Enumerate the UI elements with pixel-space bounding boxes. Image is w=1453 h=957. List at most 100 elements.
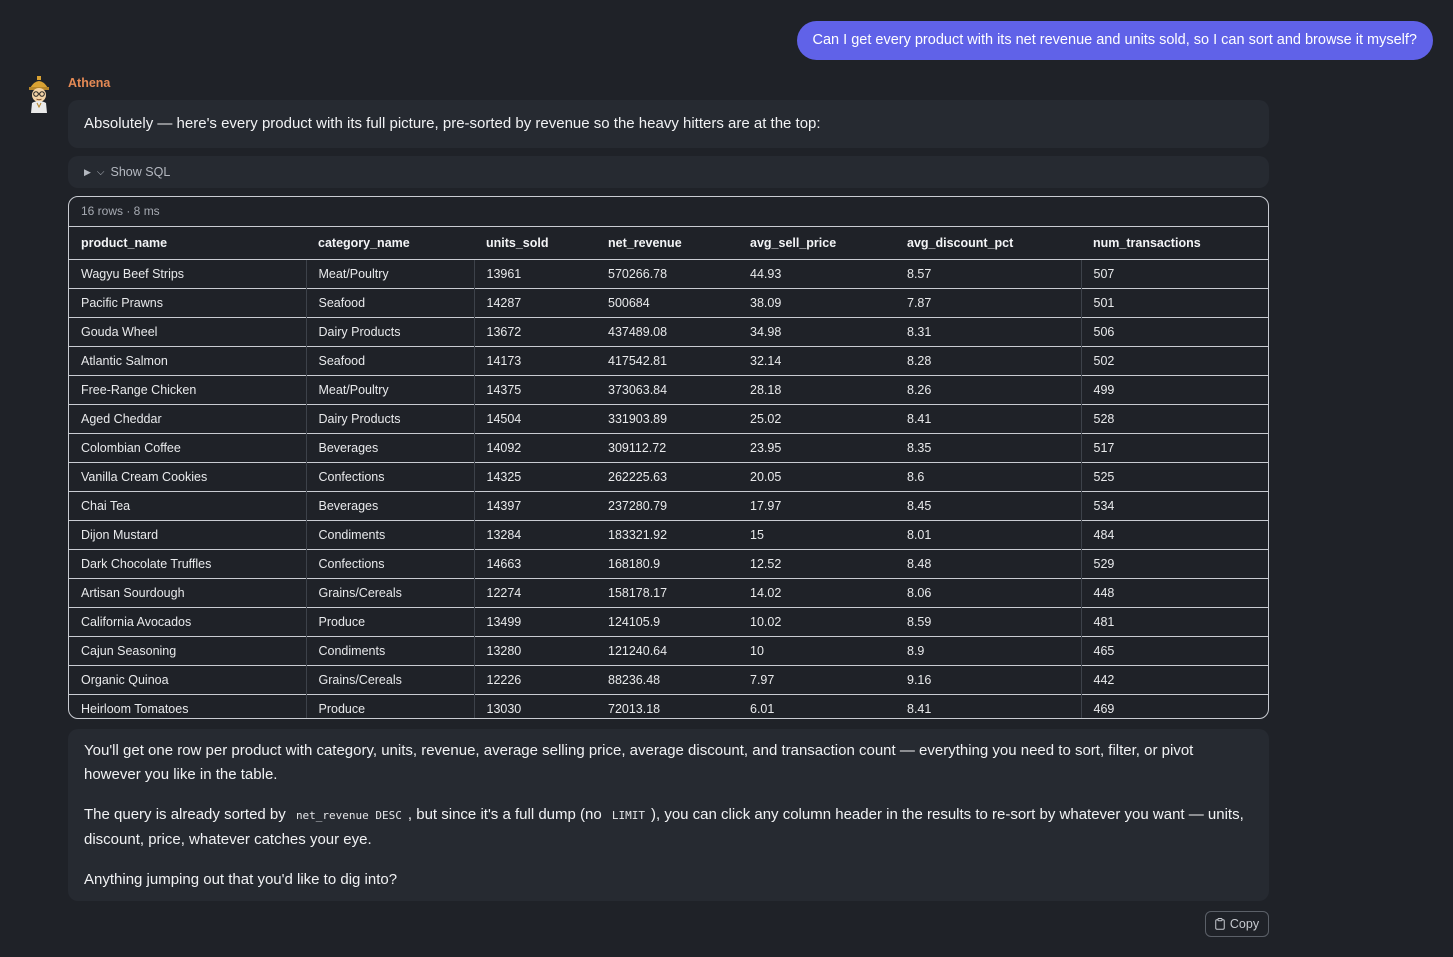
table-cell-net-revenue: 262225.63 [596, 462, 738, 492]
table-cell-units-sold: 12226 [473, 665, 596, 695]
show-sql-toggle[interactable]: ▶ ⌵ Show SQL [68, 156, 1269, 188]
column-header[interactable]: avg_discount_pct [895, 227, 1081, 260]
column-header[interactable]: units_sold [474, 227, 596, 260]
outro-text: The query is already sorted by [84, 806, 290, 823]
table-cell-avg-sell-price: 28.18 [738, 375, 895, 405]
table-cell-avg-discount-pct: 8.6 [895, 462, 1081, 492]
table-header-row: product_name category_name units_sold ne… [69, 227, 1268, 260]
table-cell-net-revenue: 500684 [596, 288, 738, 318]
table-cell-avg-discount-pct: 8.28 [895, 346, 1081, 376]
outro-text: , but since it's a full dump (no [407, 806, 606, 823]
table-cell-avg-discount-pct: 8.41 [895, 694, 1081, 718]
results-meta: 16 rows · 8 ms [69, 197, 1268, 227]
table-cell-num-transactions: 499 [1080, 375, 1268, 405]
table-cell-net-revenue: 183321.92 [596, 520, 738, 550]
table-cell-avg-discount-pct: 8.26 [895, 375, 1081, 405]
table-row: Pacific Prawns Seafood 14287 500684 38.09 7.8… [69, 288, 1268, 318]
clipboard-icon [1215, 918, 1225, 930]
table-cell-avg-sell-price: 7.97 [738, 665, 895, 695]
table-cell-product-name: California Avocados [69, 607, 306, 637]
table-row: Dijon Mustard Condiments 13284 183321.92 15 8… [69, 520, 1268, 550]
table-cell-category-name: Dairy Products [305, 317, 474, 347]
inline-code: LIMIT [611, 809, 645, 822]
table-cell-avg-discount-pct: 8.06 [895, 578, 1081, 608]
table-cell-avg-discount-pct: 9.16 [895, 665, 1081, 695]
table-cell-avg-sell-price: 23.95 [738, 433, 895, 463]
athena-avatar [29, 76, 49, 113]
table-row: Free-Range Chicken Meat/Poultry 14375 37306… [69, 375, 1268, 405]
outro-paragraph-2: The query is already sorted by net_reven… [84, 803, 1253, 852]
table-cell-avg-discount-pct: 8.31 [895, 317, 1081, 347]
table-cell-net-revenue: 158178.17 [596, 578, 738, 608]
outro-paragraph-1: You'll get one row per product with cate… [84, 742, 1194, 783]
table-cell-num-transactions: 501 [1080, 288, 1268, 318]
table-cell-net-revenue: 88236.48 [596, 665, 738, 695]
table-cell-product-name: Pacific Prawns [69, 288, 306, 318]
column-header[interactable]: avg_sell_price [738, 227, 895, 260]
table-cell-num-transactions: 442 [1080, 665, 1268, 695]
table-cell-category-name: Confections [305, 549, 474, 579]
table-cell-category-name: Grains/Cereals [305, 578, 474, 608]
table-cell-category-name: Seafood [305, 346, 474, 376]
table-cell-avg-sell-price: 15 [738, 520, 895, 550]
table-cell-product-name: Wagyu Beef Strips [81, 267, 185, 281]
table-cell-num-transactions: 534 [1080, 491, 1268, 521]
table-cell-avg-sell-price: 12.52 [738, 549, 895, 579]
table-cell-net-revenue: 373063.84 [596, 375, 738, 405]
table-cell-num-transactions: 528 [1080, 404, 1268, 434]
table-cell-category-name: Produce [305, 607, 474, 637]
table-row: Chai Tea Beverages 14397 237280.79 17.97 8.45… [69, 491, 1268, 521]
table-row: Heirloom Tomatoes Produce 13030 72013.18 6.0… [69, 694, 1268, 718]
table-cell-avg-sell-price: 10.02 [738, 607, 895, 637]
table-cell-num-transactions: 506 [1080, 317, 1268, 347]
table-cell-avg-discount-pct: 8.9 [895, 636, 1081, 666]
table-cell-category-name: Meat/Poultry [305, 259, 474, 289]
column-header[interactable]: product_name [69, 227, 306, 260]
table-cell-num-transactions: 517 [1080, 433, 1268, 463]
table-cell-units-sold: 14092 [473, 433, 596, 463]
table-cell-net-revenue: 168180.9 [596, 549, 738, 579]
table-cell-avg-sell-price: 34.98 [738, 317, 895, 347]
table-cell-net-revenue: 124105.9 [596, 607, 738, 637]
column-header[interactable]: category_name [306, 227, 474, 260]
table-cell-net-revenue: 437489.08 [596, 317, 738, 347]
column-header[interactable]: net_revenue [596, 227, 738, 260]
table-cell-avg-discount-pct: 8.45 [895, 491, 1081, 521]
table-cell-product-name: Gouda Wheel [69, 317, 306, 347]
table-row: Gouda Wheel Dairy Products 13672 437489.08 3… [69, 317, 1268, 347]
table-cell-product-name: Dark Chocolate Truffles [69, 549, 306, 579]
table-cell-product-name: Free-Range Chicken [69, 375, 306, 405]
table-cell-net-revenue: 309112.72 [596, 433, 738, 463]
table-cell-category-name: Produce [305, 694, 474, 718]
table-cell-category-name: Condiments [305, 636, 474, 666]
table-row: Artisan Sourdough Grains/Cereals 12274 1581… [69, 578, 1268, 608]
table-cell-units-sold: 13030 [473, 694, 596, 718]
table-cell-avg-sell-price: 32.14 [738, 346, 895, 376]
table-row: Cajun Seasoning Condiments 13280 121240.64 1… [69, 636, 1268, 666]
table-cell-num-transactions: 484 [1080, 520, 1268, 550]
inline-code: net_revenue DESC [295, 809, 402, 822]
table-cell-net-revenue: 72013.18 [596, 694, 738, 718]
column-header[interactable]: num_transactions [1081, 227, 1268, 260]
table-cell-units-sold: 14397 [473, 491, 596, 521]
table-cell-avg-sell-price: 38.09 [738, 288, 895, 318]
table-cell-units-sold: 12274 [473, 578, 596, 608]
copy-button[interactable]: Copy [1205, 911, 1269, 937]
table-cell-avg-discount-pct: 8.35 [895, 433, 1081, 463]
table-cell-units-sold: 14173 [473, 346, 596, 376]
table-cell-units-sold: 13284 [473, 520, 596, 550]
assistant-intro: Absolutely — here's every product with i… [68, 100, 1269, 148]
table-cell-units-sold: 14325 [473, 462, 596, 492]
copy-label: Copy [1229, 917, 1260, 931]
table-cell-num-transactions: 448 [1080, 578, 1268, 608]
expand-triangle-icon: ▶ [84, 166, 91, 177]
table-cell-avg-sell-price: 17.97 [738, 491, 895, 521]
table-cell-units-sold: 14375 [473, 375, 596, 405]
table-cell-avg-sell-price: 6.01 [738, 694, 895, 718]
table-cell-product-name: Chai Tea [69, 491, 306, 521]
table-cell-category-name: Confections [305, 462, 474, 492]
table-cell-units-sold: 13672 [473, 317, 596, 347]
show-sql-label: Show SQL [110, 165, 171, 179]
table-cell-net-revenue: 121240.64 [596, 636, 738, 666]
table-cell-num-transactions: 529 [1080, 549, 1268, 579]
